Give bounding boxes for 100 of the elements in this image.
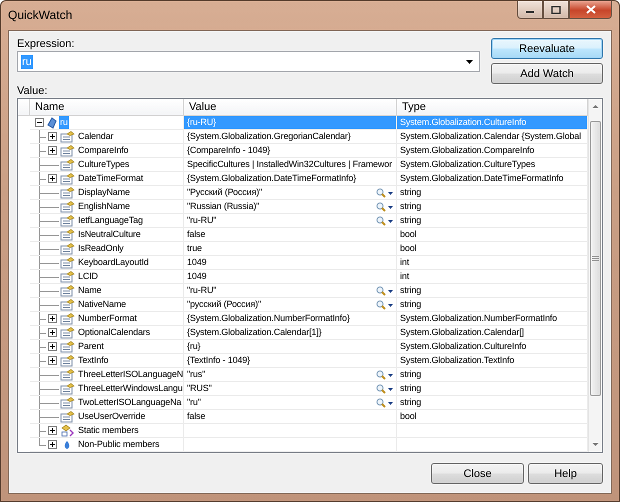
value-text: SpecificCultures | InstalledWin32Cultures | Framewor: [187, 158, 392, 171]
value-text: "ru": [187, 396, 201, 409]
visualizer-icon[interactable]: [376, 384, 394, 394]
name-cell[interactable]: CultureTypes: [30, 158, 184, 172]
property-icon: [60, 340, 75, 352]
expand-icon[interactable]: [48, 356, 57, 365]
visualizer-icon[interactable]: [376, 286, 394, 296]
type-cell: System.Globalization.DateTimeFormatInfo: [397, 172, 588, 186]
expand-icon[interactable]: [48, 342, 57, 351]
value-text: {CompareInfo - 1049}: [187, 144, 270, 157]
name-cell[interactable]: DisplayName: [30, 186, 184, 200]
name-cell[interactable]: NumberFormat: [30, 312, 184, 326]
name-cell[interactable]: EnglishName: [30, 200, 184, 214]
property-icon: [60, 354, 75, 366]
member-name: LCID: [77, 270, 99, 283]
visualizer-icon[interactable]: [376, 300, 394, 310]
member-name: Static members: [77, 424, 140, 437]
dropdown-arrow-icon: [466, 60, 473, 64]
member-name: CultureTypes: [77, 158, 130, 171]
property-icon: [60, 144, 75, 156]
name-cell[interactable]: Calendar: [30, 130, 184, 144]
column-header[interactable]: Name: [30, 99, 184, 115]
value-text: 1049: [187, 256, 206, 269]
name-cell[interactable]: TwoLetterISOLanguageNa: [30, 396, 184, 410]
minimize-button[interactable]: [517, 1, 543, 19]
reevaluate-button[interactable]: Reevaluate: [491, 38, 603, 59]
name-cell[interactable]: Parent: [30, 340, 184, 354]
visualizer-icon[interactable]: [376, 370, 394, 380]
property-icon: [60, 256, 75, 268]
help-button[interactable]: Help: [528, 463, 603, 484]
member-name: TwoLetterISOLanguageNa: [77, 396, 182, 409]
name-cell[interactable]: IsReadOnly: [30, 242, 184, 256]
maximize-button[interactable]: [543, 1, 569, 19]
member-name: TextInfo: [77, 354, 110, 367]
type-cell: bool: [397, 410, 588, 424]
property-icon: [60, 242, 75, 254]
type-cell: string: [397, 200, 588, 214]
scrollbar[interactable]: [588, 99, 602, 452]
type-cell: System.Globalization.Calendar {System.Global: [397, 130, 588, 144]
expand-icon[interactable]: [48, 132, 57, 141]
member-name: ThreeLetterISOLanguageN: [77, 368, 183, 381]
name-cell[interactable]: Static members: [30, 424, 184, 438]
name-cell[interactable]: KeyboardLayoutId: [30, 256, 184, 270]
expression-label: Expression:: [17, 37, 76, 51]
close-button[interactable]: [569, 1, 612, 19]
visualizer-icon[interactable]: [376, 398, 394, 408]
scroll-thumb[interactable]: [590, 121, 601, 396]
visualizer-icon[interactable]: [376, 202, 394, 212]
name-cell[interactable]: Name: [30, 284, 184, 298]
property-icon: [60, 214, 75, 226]
member-name: Non-Public members: [77, 438, 160, 451]
member-name: ru: [59, 116, 69, 129]
name-cell[interactable]: UseUserOverride: [30, 410, 184, 424]
type-cell: System.Globalization.NumberFormatInfo: [397, 312, 588, 326]
property-icon: [60, 270, 75, 282]
name-cell[interactable]: Non-Public members: [30, 438, 184, 452]
type-cell: string: [397, 186, 588, 200]
property-icon: [60, 228, 75, 240]
name-cell[interactable]: TextInfo: [30, 354, 184, 368]
property-icon: [60, 200, 75, 212]
member-name: IetfLanguageTag: [77, 214, 144, 227]
close-icon: [586, 5, 596, 14]
value-text: {System.Globalization.GregorianCalendar}: [187, 130, 351, 143]
member-name: NativeName: [77, 298, 128, 311]
value-text: {System.Globalization.Calendar[1]}: [187, 326, 322, 339]
name-cell[interactable]: OptionalCalendars: [30, 326, 184, 340]
name-cell[interactable]: CompareInfo: [30, 144, 184, 158]
value-text: "Russian (Russia)": [187, 200, 260, 213]
name-cell[interactable]: IsNeutralCulture: [30, 228, 184, 242]
expand-icon[interactable]: [48, 440, 57, 449]
value-text: {TextInfo - 1049}: [187, 354, 250, 367]
value-text: false: [187, 228, 206, 241]
member-name: UseUserOverride: [77, 410, 146, 423]
property-icon: [60, 172, 75, 184]
name-cell[interactable]: NativeName: [30, 298, 184, 312]
expand-icon[interactable]: [48, 174, 57, 183]
property-icon: [60, 382, 75, 394]
member-name: CompareInfo: [77, 144, 130, 157]
expand-icon[interactable]: [48, 426, 57, 435]
name-cell[interactable]: ThreeLetterISOLanguageN: [30, 368, 184, 382]
add-watch-button[interactable]: Add Watch: [491, 63, 603, 84]
expand-icon[interactable]: [48, 146, 57, 155]
column-header[interactable]: Value: [184, 99, 397, 115]
property-icon: [60, 326, 75, 338]
name-cell[interactable]: ThreeLetterWindowsLangu: [30, 382, 184, 396]
close-dialog-button[interactable]: Close: [431, 463, 524, 484]
expand-icon[interactable]: [48, 328, 57, 337]
name-cell[interactable]: LCID: [30, 270, 184, 284]
name-cell[interactable]: IetfLanguageTag: [30, 214, 184, 228]
visualizer-icon[interactable]: [376, 188, 394, 198]
name-cell[interactable]: DateTimeFormat: [30, 172, 184, 186]
value-text: "rus": [187, 368, 206, 381]
collapse-icon[interactable]: [35, 118, 44, 127]
type-cell: bool: [397, 228, 588, 242]
member-name: Parent: [77, 340, 105, 353]
property-icon: [60, 284, 75, 296]
visualizer-icon[interactable]: [376, 216, 394, 226]
type-cell: string: [397, 284, 588, 298]
type-cell: System.Globalization.CultureTypes: [397, 158, 588, 172]
expand-icon[interactable]: [48, 314, 57, 323]
